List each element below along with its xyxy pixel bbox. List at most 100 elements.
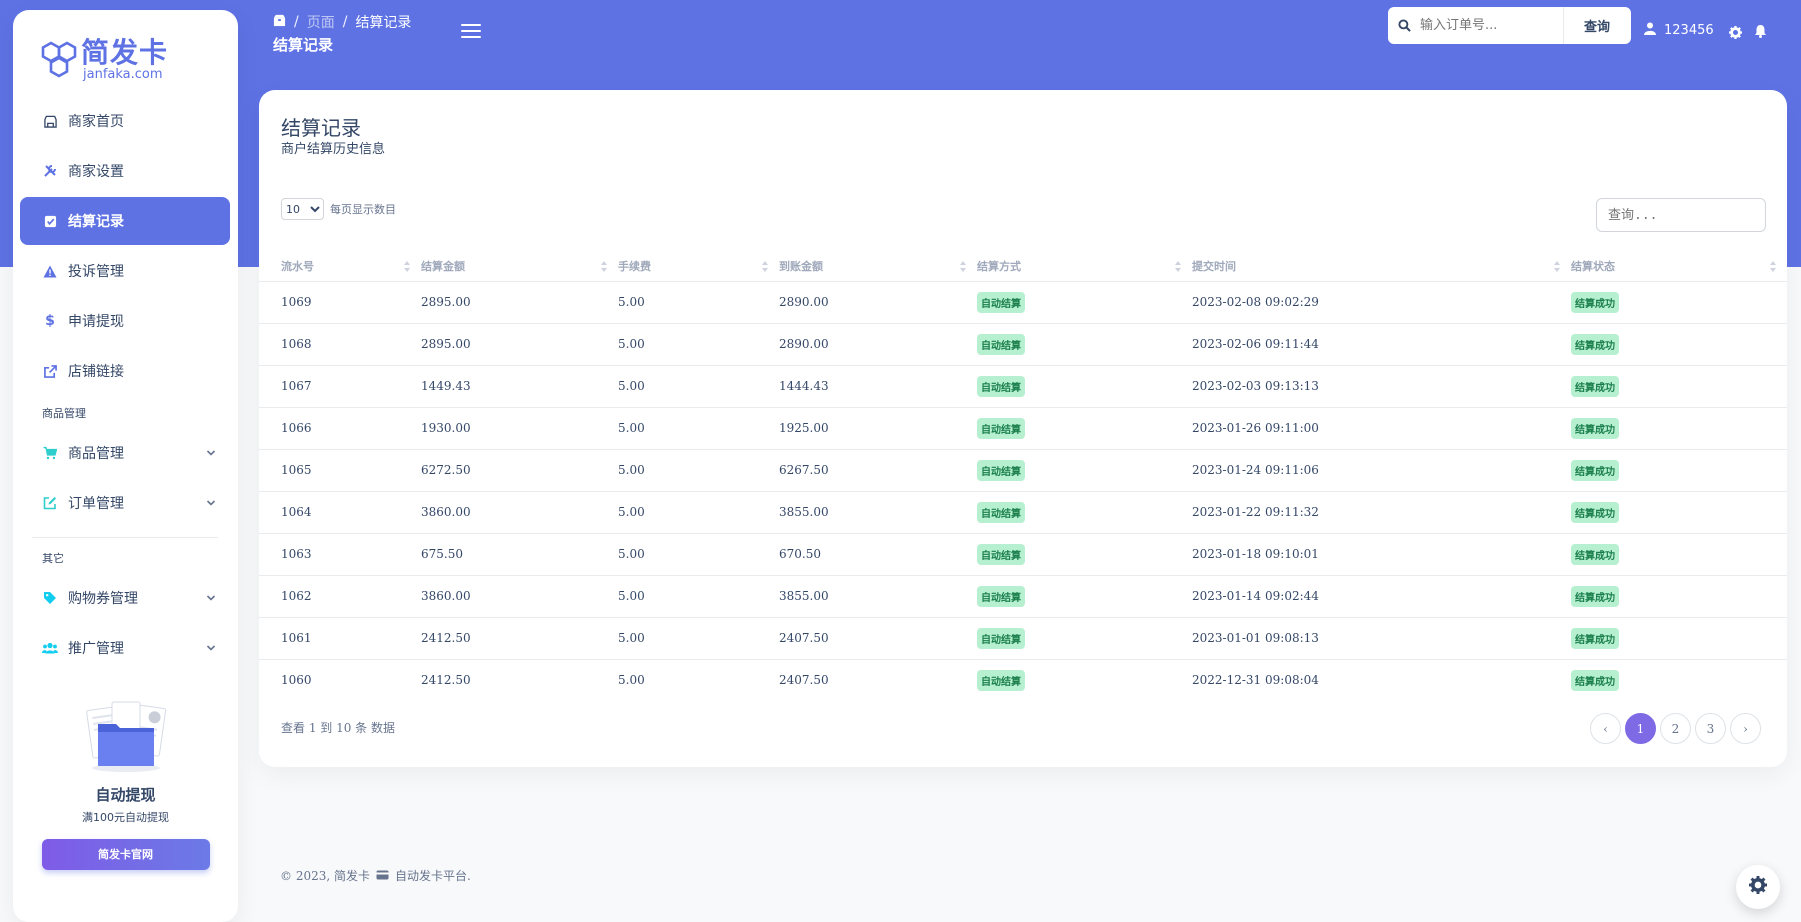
cell-serial: 1063 [259,533,421,576]
sidebar-item-merchant-home[interactable]: 商家首页 [20,97,230,145]
page-length-select[interactable]: 10 [281,198,324,220]
method-badge: 自动结算 [977,333,1025,355]
store-icon [42,113,58,129]
pagination-next[interactable]: › [1730,713,1761,744]
cell-method: 自动结算 [977,281,1192,324]
sidebar-item-complaints[interactable]: 投诉管理 [20,247,230,295]
sidebar-item-shop-link[interactable]: 店铺链接 [20,347,230,395]
sidebar-item-merchant-settings[interactable]: 商家设置 [20,147,230,195]
table-row: 1069 2895.00 5.00 2890.00 自动结算 2023-02-08 09:… [259,281,1787,324]
user-menu[interactable]: 123456 [1644,22,1714,39]
cell-amount: 675.50 [421,533,618,576]
column-header-fee[interactable]: 手续费 [618,252,779,282]
cell-fee: 5.00 [618,449,779,492]
chevron-down-icon [206,445,216,461]
footer-platform: 自动发卡平台. [394,869,471,883]
brand-subtitle: janfaka.com [83,67,163,82]
cell-amount: 2412.50 [421,617,618,660]
sidebar-item-coupons[interactable]: 购物券管理 [20,574,230,622]
cell-method: 自动结算 [977,323,1192,366]
cell-submit-time: 2023-01-14 09:02:44 [1192,575,1571,618]
column-header-method[interactable]: 结算方式 [977,252,1192,282]
status-badge: 结算成功 [1571,669,1619,691]
order-search: 查询 [1388,7,1631,44]
order-number-input[interactable] [1420,7,1563,44]
sort-icon [761,261,769,273]
card-title: 结算记录 [281,116,361,140]
chevron-down-icon [206,640,216,656]
table-body: 1069 2895.00 5.00 2890.00 自动结算 2023-02-08 09:… [259,281,1787,701]
cell-fee: 5.00 [618,323,779,366]
method-badge: 自动结算 [977,543,1025,565]
cell-received: 1444.43 [779,365,977,408]
sidebar-item-label: 商家设置 [68,164,124,180]
bell-icon[interactable] [1754,23,1767,42]
table-row: 1060 2412.50 5.00 2407.50 自动结算 2022-12-31 09:… [259,659,1787,701]
sidebar-item-settlement-records[interactable]: 结算记录 [20,197,230,245]
check-square-icon [42,213,58,229]
sort-icon [1174,261,1182,273]
cell-amount: 3860.00 [421,491,618,534]
breadcrumb-item-current: 结算记录 [355,15,412,31]
sort-icon [959,261,967,273]
settlement-table: 流水号 结算金额 手续费 到账金额 结算方式 提交时间 结算状态 1069 289… [259,252,1787,701]
pagination-page-1[interactable]: 1 [1625,713,1656,744]
cell-serial: 1060 [281,673,312,688]
cell-serial: 1065 [259,449,421,492]
official-site-button[interactable]: 简发卡官网 [41,839,210,870]
column-header-received[interactable]: 到账金额 [779,252,977,282]
method-badge: 自动结算 [977,501,1025,523]
column-header-submit-time[interactable]: 提交时间 [1192,252,1571,282]
brand-logo[interactable]: 简发卡 janfaka.com [41,30,168,90]
cell-fee: 5.00 [618,281,779,324]
cell-amount: 1449.43 [421,365,618,408]
section-heading-goods: 商品管理 [42,407,86,420]
sidebar-item-orders[interactable]: 订单管理 [20,479,230,527]
sidebar-toggle-icon[interactable] [461,24,481,40]
settings-fab[interactable] [1736,865,1780,909]
cell-submit-time: 2023-02-06 09:11:44 [1192,323,1571,366]
status-badge: 结算成功 [1571,459,1619,481]
cell-fee: 5.00 [618,533,779,576]
cell-received: 2407.50 [779,617,977,660]
cell-status: 结算成功 [1571,323,1787,366]
cell-status: 结算成功 [1571,659,1787,701]
column-header-amount[interactable]: 结算金额 [421,252,618,282]
method-badge: 自动结算 [977,291,1025,313]
search-button[interactable]: 查询 [1563,7,1630,44]
page-length-control: 10 每页显示数目 [281,198,396,220]
cell-received: 3855.00 [779,575,977,618]
pagination-page-3[interactable]: 3 [1695,713,1726,744]
table-row: 1066 1930.00 5.00 1925.00 自动结算 2023-01-26 09:… [259,407,1787,450]
breadcrumb-item-pages[interactable]: 页面 [307,12,335,32]
column-header-serial[interactable]: 流水号 [259,252,421,282]
table-row: 1061 2412.50 5.00 2407.50 自动结算 2023-01-01 09:… [259,617,1787,660]
sidebar-item-label: 商家首页 [68,114,124,130]
promo-subtitle: 满100元自动提现 [82,811,169,824]
settings-gear-icon[interactable] [1729,24,1742,43]
cell-received: 3855.00 [779,491,977,534]
table-search-input[interactable] [1596,198,1766,232]
cell-status: 结算成功 [1571,617,1787,660]
column-header-status[interactable]: 结算状态 [1571,252,1787,282]
sidebar-item-withdraw[interactable]: $ 申请提现 [20,297,230,345]
cell-method: 自动结算 [977,575,1192,618]
sidebar-item-goods[interactable]: 商品管理 [20,429,230,477]
cell-serial: 1064 [259,491,421,534]
tag-icon [42,590,58,606]
chevron-down-icon [206,590,216,606]
pagination-page-2[interactable]: 2 [1660,713,1691,744]
cell-amount: 3860.00 [421,575,618,618]
cell-received: 2890.00 [779,281,977,324]
sidebar-item-label: 结算记录 [68,214,124,230]
home-box-icon[interactable] [273,14,286,31]
sidebar-item-promotion[interactable]: 推广管理 [20,624,230,672]
cell-submit-time: 2023-01-26 09:11:00 [1192,407,1571,450]
hexagon-logo-icon [41,41,77,78]
pagination-prev[interactable]: ‹ [1590,713,1621,744]
cart-icon [42,445,58,461]
user-icon [1644,22,1656,39]
cell-submit-time: 2023-02-08 09:02:29 [1192,281,1571,324]
sort-icon [1769,261,1777,273]
tools-icon [42,163,58,179]
